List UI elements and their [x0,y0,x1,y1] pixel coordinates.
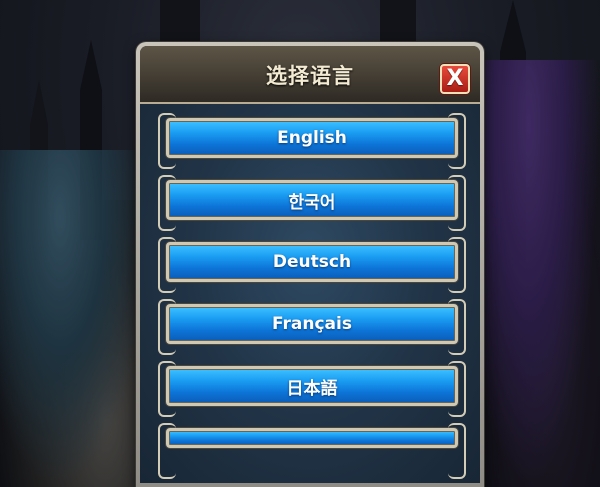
language-label: 日本語 [286,378,338,399]
language-button-german[interactable]: Deutsch [158,237,466,293]
language-label: Français [272,314,352,334]
language-button-next[interactable] [158,423,466,479]
language-list[interactable]: English 한국어 Deutsch Français 日本語 [140,104,480,483]
language-button-japanese[interactable]: 日本語 [158,361,466,417]
close-icon: X [446,66,464,91]
language-button-korean[interactable]: 한국어 [158,175,466,231]
dialog-title: 选择语言 [266,64,354,88]
language-label: 한국어 [288,192,336,213]
language-label: English [277,128,347,148]
dialog-frame: 选择语言 X English 한국어 Deutsch Français 日本語 [140,46,480,483]
dialog-header: 选择语言 X [140,46,480,104]
language-button-french[interactable]: Français [158,299,466,355]
language-button-english[interactable]: English [158,113,466,169]
language-select-dialog: 选择语言 X English 한국어 Deutsch Français 日本語 [136,42,484,487]
language-label: Deutsch [272,252,352,272]
close-button[interactable]: X [440,64,470,94]
